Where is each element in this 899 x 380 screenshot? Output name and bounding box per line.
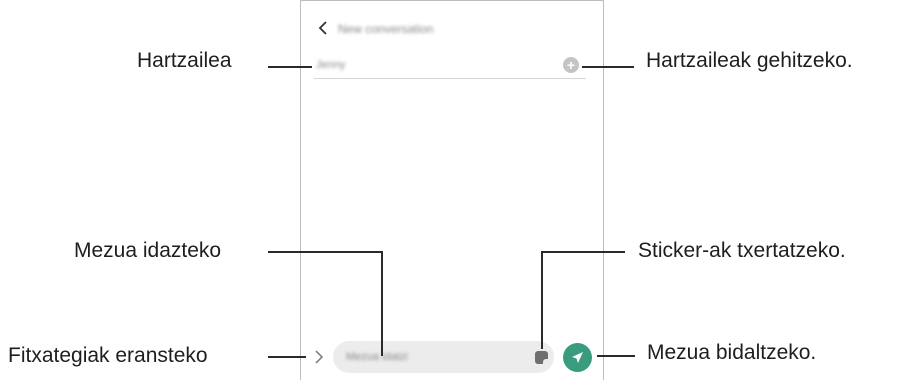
callout-line-write-message-v bbox=[381, 251, 383, 356]
message-placeholder: Mezua idatzi bbox=[346, 351, 408, 363]
callout-line-recipient bbox=[268, 66, 312, 68]
callout-line-add-recipients bbox=[582, 66, 634, 68]
callout-recipient: Hartzailea bbox=[137, 49, 232, 72]
plus-circle-icon[interactable]: + bbox=[563, 57, 579, 73]
callout-add-recipients: Hartzaileak gehitzeko. bbox=[646, 49, 853, 72]
callout-line-send-message bbox=[597, 355, 635, 357]
callout-insert-stickers: Sticker-ak txertatzeko. bbox=[638, 239, 846, 262]
callout-write-message: Mezua idazteko bbox=[74, 239, 222, 262]
recipient-field[interactable]: Jenny bbox=[316, 59, 345, 71]
chevron-left-icon[interactable] bbox=[316, 20, 330, 36]
send-button[interactable] bbox=[563, 343, 592, 372]
sticker-icon[interactable] bbox=[535, 351, 548, 364]
header-title: New conversation bbox=[338, 22, 434, 36]
callout-line-write-message-h bbox=[268, 251, 382, 253]
callout-send-message: Mezua bidaltzeko. bbox=[647, 341, 817, 364]
send-icon bbox=[572, 352, 583, 363]
recipient-underline bbox=[314, 78, 586, 79]
chevron-right-icon[interactable] bbox=[314, 349, 324, 365]
callout-line-stickers-v bbox=[541, 251, 543, 349]
callout-attach-files: Fitxategiak eransteko bbox=[8, 344, 208, 367]
callout-line-stickers-h bbox=[541, 251, 625, 253]
callout-line-attach-files bbox=[268, 356, 306, 358]
phone-screen bbox=[300, 0, 604, 380]
